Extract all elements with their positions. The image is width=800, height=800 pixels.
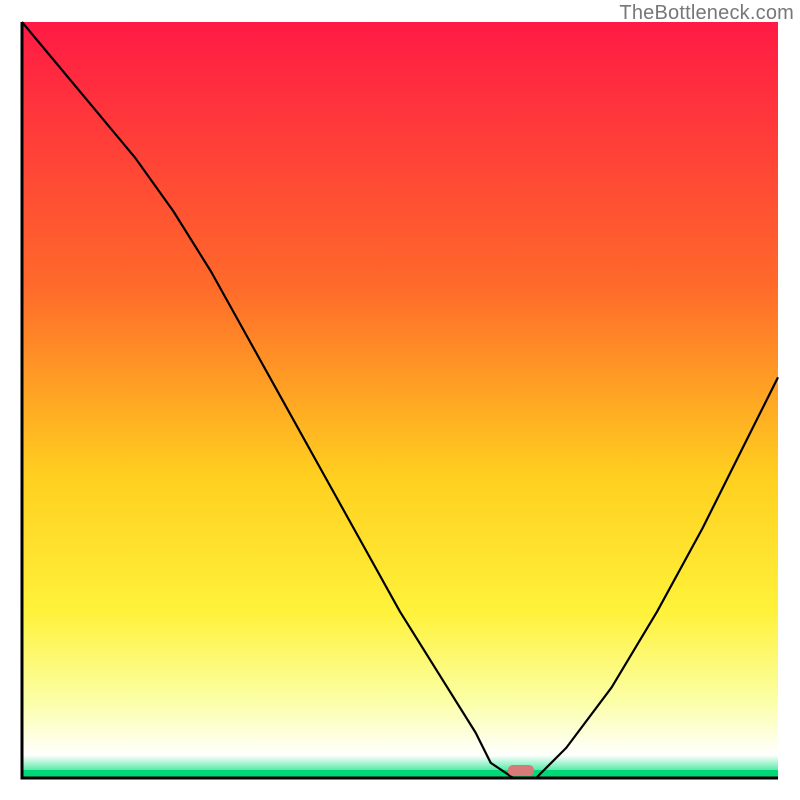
gradient-background [22, 22, 778, 778]
watermark-text: TheBottleneck.com [619, 2, 794, 25]
bottleneck-chart [0, 0, 800, 800]
optimal-marker [508, 765, 534, 776]
